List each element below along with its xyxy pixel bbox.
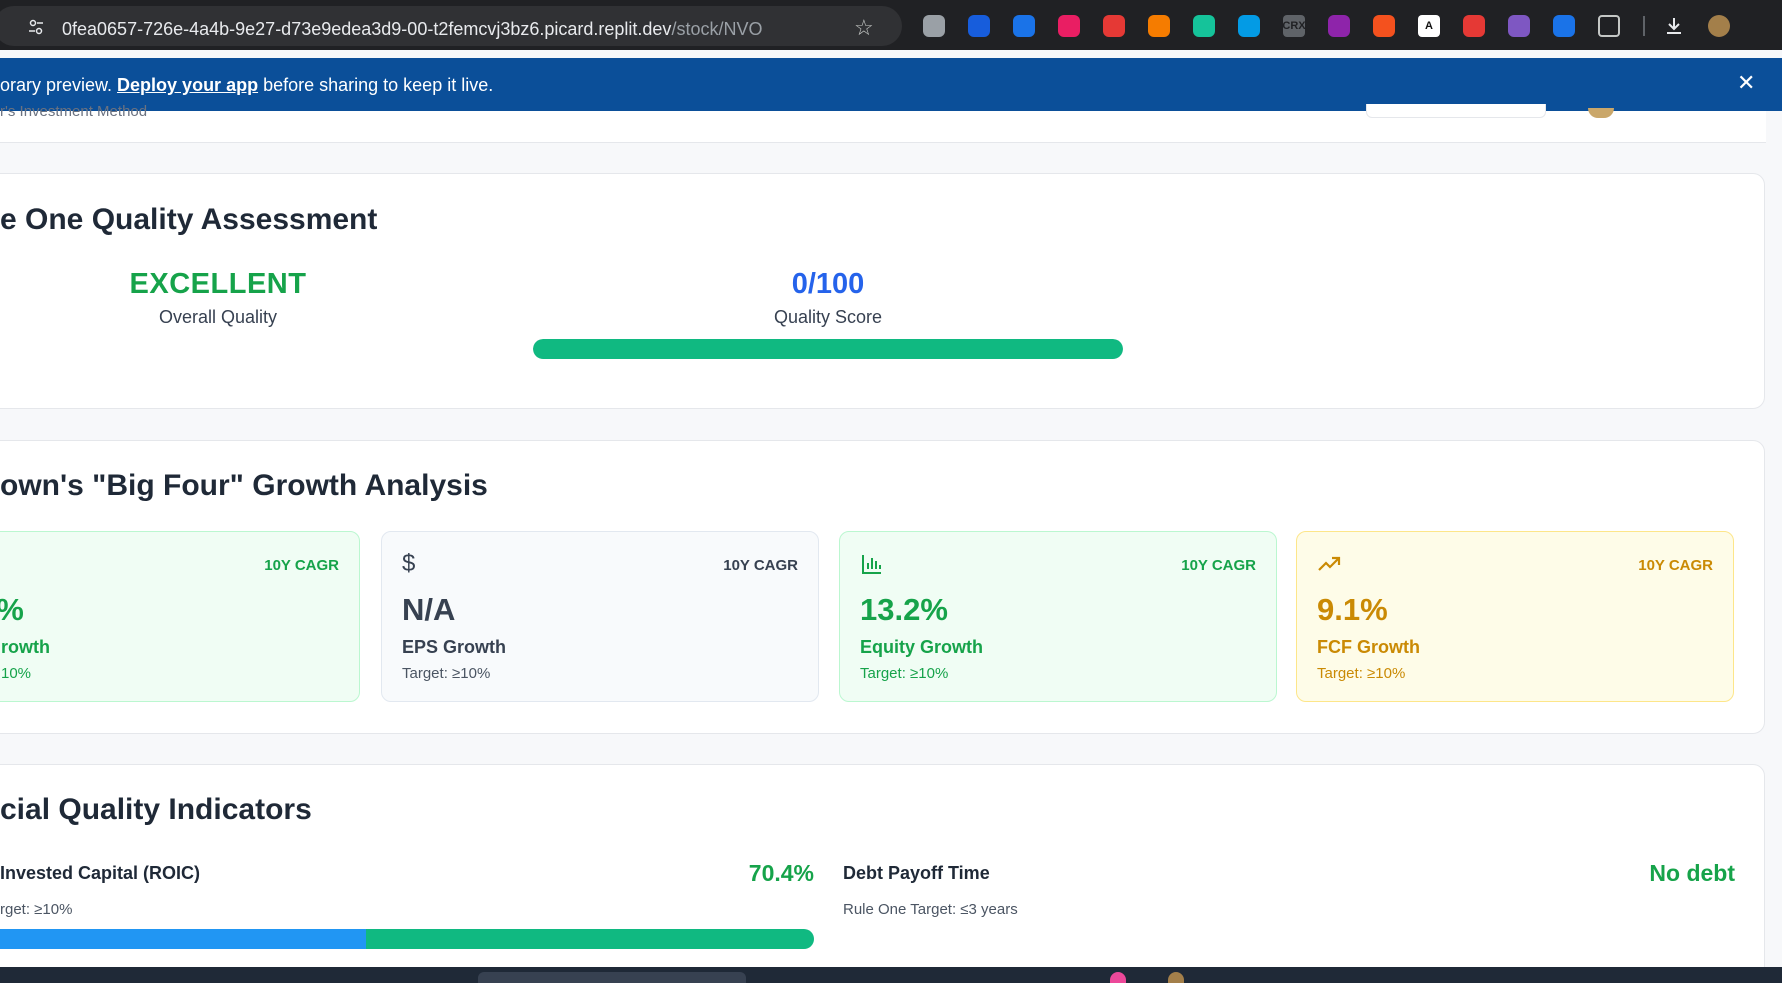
tile-target: 10% [1, 665, 32, 682]
banner-prefix: orary preview. [0, 75, 118, 95]
overall-quality-rating: EXCELLENT [129, 268, 307, 300]
debt-payoff-label: Debt Payoff Time [843, 863, 990, 883]
big-four-title: own's "Big Four" Growth Analysis [0, 469, 488, 502]
roic-target: rget: ≥10% [0, 901, 73, 918]
address-bar[interactable]: 0fea0657-726e-4a4b-9e27-d73e9edea3d9-00-… [0, 6, 902, 46]
fcf-growth-tile: 10Y CAGR 9.1% FCF Growth Target: ≥10% [1296, 531, 1734, 702]
tile-name: FCF Growth [1317, 637, 1420, 657]
app-subtitle: r's Investment Method [0, 103, 148, 120]
url-text[interactable]: 0fea0657-726e-4a4b-9e27-d73e9edea3d9-00-… [62, 19, 762, 40]
tile-target: Target: ≥10% [1317, 665, 1406, 682]
quality-score-value: 0/100 [791, 268, 865, 300]
camera-icon[interactable] [923, 15, 945, 37]
toolbar-divider [1643, 16, 1645, 36]
tile-value: N/A [402, 592, 456, 627]
equity-growth-tile: 10Y CAGR 13.2% Equity Growth Target: ≥10… [839, 531, 1277, 702]
overall-quality-label: Overall Quality [158, 307, 278, 327]
deploy-app-link[interactable]: Deploy your app [117, 75, 258, 95]
crx-icon[interactable]: CRX [1282, 15, 1306, 37]
roic-progress-bar [0, 929, 814, 949]
quality-indicators-title: cial Quality Indicators [0, 793, 312, 826]
tile-cagr-label: 10Y CAGR [723, 557, 798, 574]
tile-value: 13.2% [860, 592, 948, 627]
tile-name: rowth [1, 637, 50, 657]
ghost-icon[interactable] [1508, 15, 1530, 37]
letter-n-icon[interactable] [1328, 15, 1350, 37]
bookmark-star-icon[interactable]: ☆ [854, 17, 874, 39]
chat-icon[interactable] [1463, 15, 1485, 37]
no-entry-icon[interactable] [1058, 15, 1080, 37]
os-taskbar [0, 967, 1782, 983]
fox-icon[interactable] [1148, 15, 1170, 37]
download-icon[interactable] [1663, 15, 1685, 37]
tile-cagr-label: 10Y CAGR [1638, 557, 1713, 574]
letter-a-icon[interactable]: A [1418, 15, 1440, 37]
taskbar-search[interactable] [478, 972, 746, 983]
pokeball-icon[interactable] [1103, 15, 1125, 37]
bar-chart-icon [862, 555, 881, 574]
quality-score-bar-fill [533, 339, 1123, 359]
roic-bar-segment [0, 929, 367, 949]
browser-toolbar: 0fea0657-726e-4a4b-9e27-d73e9edea3d9-00-… [0, 0, 1782, 50]
tile-value: 5% [0, 592, 24, 628]
quality-score-label: Quality Score [773, 307, 883, 327]
taskbar-app[interactable] [1168, 972, 1184, 983]
tile-name: Equity Growth [860, 637, 983, 657]
tile-value: 9.1% [1317, 592, 1388, 627]
eps-growth-tile: $ 10Y CAGR N/A EPS Growth Target: ≥10% [381, 531, 819, 702]
roic-label: Invested Capital (ROIC) [0, 863, 201, 883]
dollar-icon: $ [402, 550, 416, 577]
tile-name: EPS Growth [402, 637, 507, 657]
url-path: /stock/NVO [671, 19, 763, 39]
banner-message: orary preview. Deploy your app before sh… [0, 75, 493, 96]
close-icon[interactable]: ✕ [1737, 72, 1755, 94]
tile-target: Target: ≥10% [402, 665, 491, 682]
debt-payoff-value: No debt [1649, 860, 1735, 886]
banner-suffix: before sharing to keep it live. [258, 75, 494, 95]
tile-target: Target: ≥10% [860, 665, 949, 682]
grammarly-icon[interactable] [1193, 15, 1215, 37]
quality-assessment-title: e One Quality Assessment [0, 203, 378, 236]
puzzle-icon[interactable] [1553, 15, 1575, 37]
extensions-icon[interactable] [1598, 15, 1620, 37]
tile-cagr-label: 10Y CAGR [264, 557, 339, 574]
bitwarden-icon[interactable] [968, 15, 990, 37]
site-settings-icon[interactable] [28, 19, 44, 35]
header-search[interactable] [1366, 104, 1546, 118]
url-host: 0fea0657-726e-4a4b-9e27-d73e9edea3d9-00-… [62, 19, 672, 39]
roic-value: 70.4% [748, 860, 814, 886]
taskbar-app[interactable] [1110, 972, 1126, 983]
screenshot-icon[interactable] [1013, 15, 1035, 37]
debt-payoff-target: Rule One Target: ≤3 years [843, 901, 1018, 918]
sales-growth-tile: 10Y CAGR 5% rowth 10% [0, 531, 360, 702]
profile-avatar[interactable] [1708, 15, 1730, 37]
quality-score-bar [533, 339, 1123, 359]
trending-up-icon [1318, 556, 1341, 571]
cloud-download-icon[interactable] [1238, 15, 1260, 37]
tile-cagr-label: 10Y CAGR [1181, 557, 1256, 574]
hand-icon[interactable] [1373, 15, 1395, 37]
